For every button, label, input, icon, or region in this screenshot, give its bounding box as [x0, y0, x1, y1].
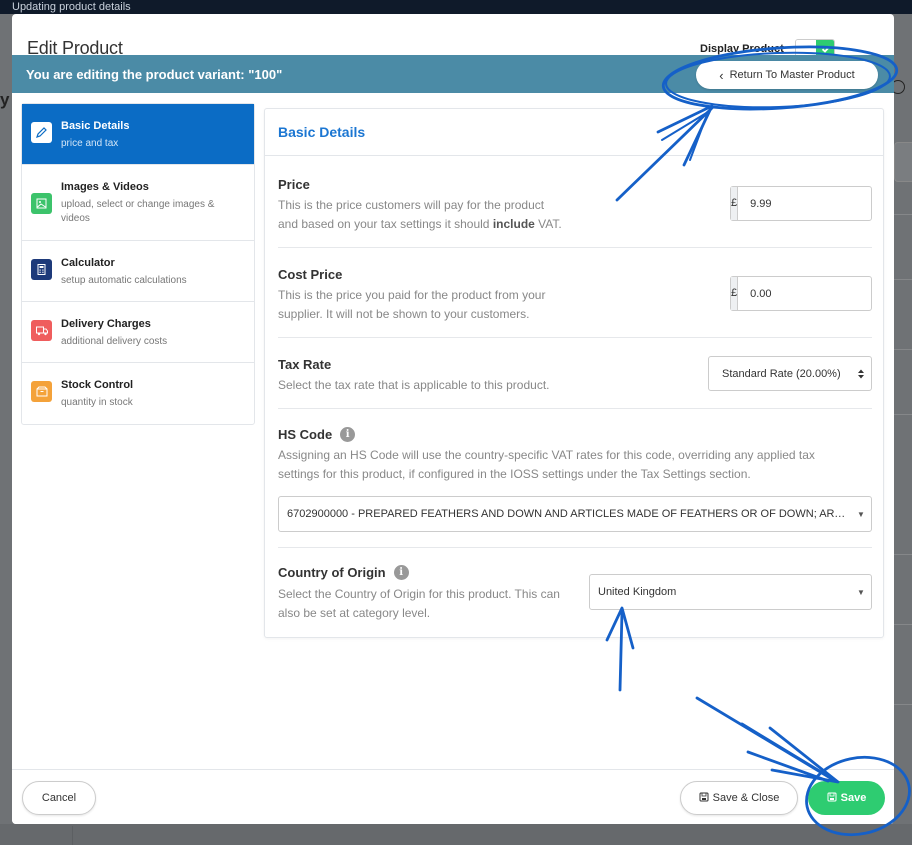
chevron-down-icon: ▼ [857, 587, 865, 597]
background-top-bar: Updating product details [0, 0, 912, 14]
background-divider [894, 704, 912, 705]
sidebar-item-stock-control[interactable]: Stock Control quantity in stock [22, 363, 254, 424]
cost-price-description-line: This is the price you paid for the produ… [278, 288, 546, 302]
display-product-label: Display Product [700, 43, 784, 55]
country-of-origin-select[interactable]: United Kingdom ▼ [589, 574, 872, 610]
sidebar-item-title: Stock Control [61, 379, 134, 391]
price-description-line: VAT. [534, 217, 562, 231]
floppy-disk-icon [827, 792, 837, 805]
basic-details-panel: Basic Details Price This is the price cu… [264, 108, 893, 638]
info-icon[interactable]: i [340, 427, 356, 442]
background-divider [894, 279, 912, 280]
country-of-origin-label-text: Country of Origin [278, 565, 386, 580]
sidebar-item-subtitle: additional delivery costs [61, 336, 168, 347]
sidebar-item-subtitle: price and tax [61, 138, 119, 149]
save-button[interactable]: Save [808, 781, 885, 815]
chevron-down-icon: ▼ [857, 509, 865, 519]
background-footer [0, 824, 912, 845]
background-heading-fragment: y [0, 90, 10, 109]
floppy-disk-icon [699, 792, 709, 805]
background-field [894, 142, 912, 182]
country-of-origin-selected: United Kingdom [598, 586, 677, 598]
modal-footer: Cancel Save & Close Save [12, 769, 894, 824]
price-row: Price This is the price customers will p… [278, 156, 893, 248]
background-divider [894, 349, 912, 350]
sidebar-item-title: Delivery Charges [61, 318, 151, 330]
country-of-origin-description-line: Select the Country of Origin for this pr… [278, 587, 560, 601]
price-description-emphasis: include [492, 217, 535, 231]
background-divider [894, 554, 912, 555]
save-label: Save [840, 792, 867, 804]
price-input[interactable] [738, 187, 893, 220]
image-icon [31, 193, 52, 214]
country-of-origin-description-line: also be set at category level. [278, 606, 431, 620]
hs-code-select[interactable]: 6702900000 - PREPARED FEATHERS AND DOWN … [278, 496, 872, 532]
cancel-button[interactable]: Cancel [22, 781, 96, 815]
cost-price-input-group: £ [730, 276, 893, 311]
calculator-icon [31, 259, 52, 280]
price-description: This is the price customers will pay for… [278, 196, 562, 234]
cancel-label: Cancel [41, 792, 77, 804]
return-to-master-button[interactable]: ‹ Return To Master Product [696, 61, 878, 89]
price-input-group: £ [730, 186, 893, 221]
pencil-icon [31, 122, 52, 143]
return-to-master-label: Return To Master Product [729, 69, 855, 81]
tax-rate-selected: Standard Rate (20.00%) [722, 367, 841, 380]
background-divider [894, 624, 912, 625]
sidebar-item-title: Basic Details [61, 120, 130, 132]
select-updown-icon [851, 368, 871, 380]
cost-price-label: Cost Price [278, 267, 343, 282]
sidebar-item-images-videos[interactable]: Images & Videos upload, select or change… [22, 165, 254, 241]
cost-price-row: Cost Price This is the price you paid fo… [278, 248, 893, 338]
country-of-origin-description: Select the Country of Origin for this pr… [278, 585, 560, 623]
country-of-origin-label: Country of Origin i [278, 565, 409, 580]
sidebar-item-subtitle: setup automatic calculations [61, 275, 187, 286]
chevron-left-icon: ‹ [719, 67, 724, 83]
box-icon [31, 381, 52, 402]
variant-banner-text: You are editing the product variant: "10… [26, 67, 283, 82]
cost-price-description: This is the price you paid for the produ… [278, 286, 545, 324]
hs-code-description: Assigning an HS Code will use the countr… [278, 446, 815, 484]
sidebar-item-calculator[interactable]: Calculator setup automatic calculations [22, 241, 254, 302]
price-description-line: This is the price customers will pay for… [278, 198, 545, 212]
edit-product-modal: Edit Product Display Product You are edi… [12, 14, 894, 824]
tax-rate-row: Tax Rate Select the tax rate that is app… [278, 338, 872, 409]
country-of-origin-row: Country of Origin i Select the Country o… [278, 548, 872, 638]
hs-code-selected: 6702900000 - PREPARED FEATHERS AND DOWN … [287, 508, 851, 520]
hs-code-description-line: settings for this product, if configured… [278, 467, 751, 481]
cost-price-description-line: supplier. It will not be shown to your c… [278, 307, 530, 321]
sidebar-item-subtitle: upload, select or change images & videos [61, 199, 215, 224]
save-close-label: Save & Close [712, 792, 780, 804]
background-divider [894, 214, 912, 215]
sidebar-item-subtitle: quantity in stock [61, 397, 133, 408]
background-top-text: Updating product details [12, 1, 131, 13]
background-divider [894, 414, 912, 415]
hs-code-description-line: Assigning an HS Code will use the countr… [278, 448, 815, 462]
hs-code-label-text: HS Code [278, 427, 333, 442]
section-sidebar: Basic Details price and tax Images & Vid… [21, 103, 255, 425]
currency-symbol: £ [731, 277, 739, 310]
sidebar-item-delivery-charges[interactable]: Delivery Charges additional delivery cos… [22, 302, 254, 363]
panel-title: Basic Details [278, 124, 366, 140]
sidebar-item-title: Images & Videos [61, 181, 149, 193]
sidebar-item-basic-details[interactable]: Basic Details price and tax [22, 104, 254, 165]
price-label: Price [278, 177, 310, 192]
background-divider [72, 826, 73, 845]
tax-rate-label: Tax Rate [278, 357, 332, 372]
tax-rate-select[interactable]: Standard Rate (20.00%) [708, 356, 872, 391]
tax-rate-description: Select the tax rate that is applicable t… [278, 378, 550, 392]
truck-icon [31, 320, 52, 341]
hs-code-row: HS Code i Assigning an HS Code will use … [278, 409, 872, 548]
panel-header: Basic Details [265, 109, 883, 156]
currency-symbol: £ [731, 187, 739, 220]
hs-code-label: HS Code i [278, 427, 356, 442]
info-icon[interactable]: i [393, 565, 409, 580]
cost-price-input[interactable] [738, 277, 893, 310]
save-close-button[interactable]: Save & Close [680, 781, 798, 815]
sidebar-item-title: Calculator [61, 257, 115, 269]
price-description-line: and based on your tax settings it should [278, 217, 493, 231]
variant-banner: You are editing the product variant: "10… [12, 55, 894, 93]
